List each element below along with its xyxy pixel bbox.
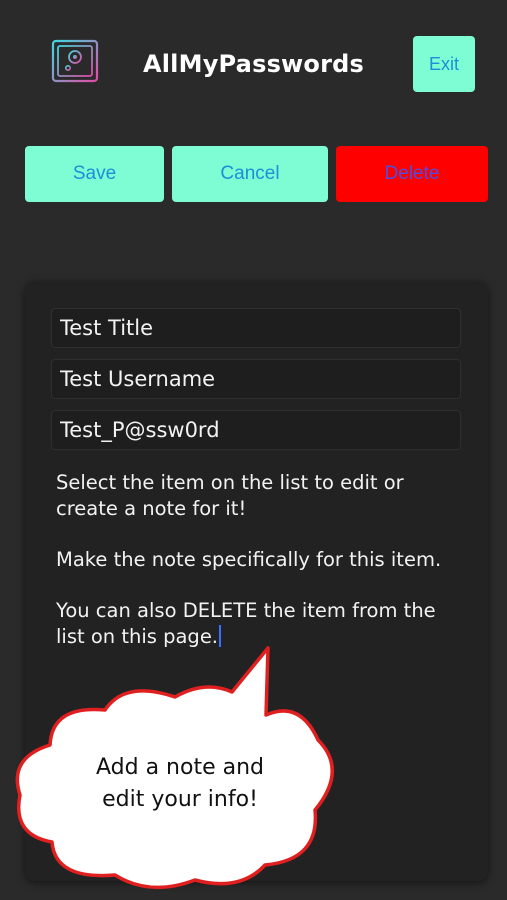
note-paragraph: Make the note specifically for this item… xyxy=(56,548,442,571)
note-paragraph: You can also DELETE the item from the li… xyxy=(56,598,466,650)
username-field[interactable] xyxy=(51,359,461,399)
callout-line: edit your info! xyxy=(102,787,258,812)
exit-button[interactable]: Exit xyxy=(413,36,475,92)
text-cursor xyxy=(219,625,222,647)
note-textarea[interactable]: Select the item on the list to edit or c… xyxy=(56,470,466,675)
note-paragraph-text: You can also DELETE the item from the li… xyxy=(56,599,436,648)
delete-button[interactable]: Delete xyxy=(336,146,488,202)
callout-line: Add a note and xyxy=(95,755,264,780)
title-field[interactable] xyxy=(51,308,461,348)
save-button[interactable]: Save xyxy=(25,146,164,202)
callout-text: Add a note and edit your info! xyxy=(90,752,270,816)
cancel-button[interactable]: Cancel xyxy=(172,146,328,202)
note-paragraph: Select the item on the list to edit or c… xyxy=(56,471,404,520)
password-field[interactable] xyxy=(51,410,461,450)
